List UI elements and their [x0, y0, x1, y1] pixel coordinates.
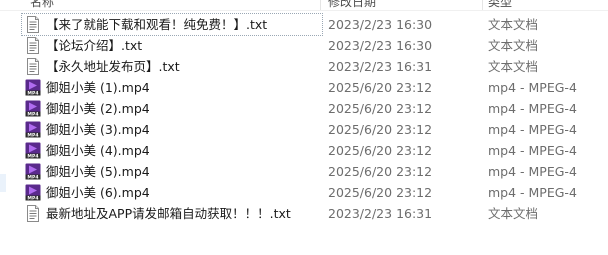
file-name: 最新地址及APP请发邮箱自动获取！！！.txt	[46, 206, 291, 221]
mp4-video-icon: MP4	[25, 100, 41, 118]
file-date: 2023/2/23 16:30	[328, 17, 433, 32]
file-date: 2025/6/20 23:12	[328, 164, 433, 179]
column-header-type[interactable]: 类型	[488, 0, 512, 10]
column-separator[interactable]	[482, 0, 483, 10]
file-type: mp4 - MPEG-4	[488, 185, 577, 200]
file-name: 【永久地址发布页】.txt	[46, 59, 180, 74]
file-row[interactable]: MP4 御姐小美 (1).mp4 2025/6/20 23:12 mp4 - MPEG…	[22, 77, 608, 98]
file-type: 文本文档	[488, 59, 539, 74]
mp4-video-icon: MP4	[25, 184, 41, 202]
file-type: mp4 - MPEG-4	[488, 101, 577, 116]
file-type: mp4 - MPEG-4	[488, 164, 577, 179]
file-name-cell[interactable]: MP4 御姐小美 (4).mp4	[22, 140, 322, 161]
file-type: 文本文档	[488, 38, 539, 53]
text-file-icon	[25, 58, 41, 75]
file-name: 御姐小美 (6).mp4	[46, 185, 150, 200]
file-date: 2025/6/20 23:12	[328, 80, 433, 95]
column-header: 名称 修改日期 类型	[0, 0, 608, 11]
file-row[interactable]: MP4 御姐小美 (3).mp4 2025/6/20 23:12 mp4 - MPEG…	[22, 119, 608, 140]
file-row[interactable]: 【论坛介绍】.txt 2023/2/23 16:30 文本文档	[22, 35, 608, 56]
file-type: 文本文档	[488, 206, 539, 221]
navigation-pane-edge	[0, 11, 8, 255]
column-header-name[interactable]: 名称	[30, 0, 54, 10]
file-date: 2023/2/23 16:31	[328, 59, 433, 74]
file-name: 御姐小美 (5).mp4	[46, 164, 150, 179]
file-name-cell[interactable]: 最新地址及APP请发邮箱自动获取！！！.txt	[22, 203, 322, 224]
file-date: 2025/6/20 23:12	[328, 143, 433, 158]
file-date: 2023/2/23 16:31	[328, 206, 433, 221]
file-name: 【论坛介绍】.txt	[46, 38, 143, 53]
file-date: 2023/2/23 16:30	[328, 38, 433, 53]
svg-text:MP4: MP4	[27, 91, 38, 96]
svg-text:MP4: MP4	[27, 154, 38, 159]
text-file-icon	[25, 16, 41, 33]
column-header-date[interactable]: 修改日期	[328, 0, 376, 10]
file-row[interactable]: MP4 御姐小美 (5).mp4 2025/6/20 23:12 mp4 - MPEG…	[22, 161, 608, 182]
text-file-icon	[25, 37, 41, 54]
file-name-cell[interactable]: MP4 御姐小美 (6).mp4	[22, 182, 322, 203]
mp4-video-icon: MP4	[25, 79, 41, 97]
mp4-video-icon: MP4	[25, 163, 41, 181]
file-date: 2025/6/20 23:12	[328, 185, 433, 200]
file-name: 御姐小美 (4).mp4	[46, 143, 150, 158]
mp4-video-icon: MP4	[25, 121, 41, 139]
file-name-cell[interactable]: 【永久地址发布页】.txt	[22, 56, 322, 77]
file-row[interactable]: MP4 御姐小美 (4).mp4 2025/6/20 23:12 mp4 - MPEG…	[22, 140, 608, 161]
file-row[interactable]: 【来了就能下载和观看！纯免费！】.txt 2023/2/23 16:30 文本文档	[21, 13, 608, 36]
file-row[interactable]: 【永久地址发布页】.txt 2023/2/23 16:31 文本文档	[22, 56, 608, 77]
file-date: 2025/6/20 23:12	[328, 101, 433, 116]
mp4-video-icon: MP4	[25, 142, 41, 160]
file-name: 【来了就能下载和观看！纯免费！】.txt	[46, 17, 268, 32]
svg-text:MP4: MP4	[27, 112, 38, 117]
file-type: mp4 - MPEG-4	[488, 143, 577, 158]
svg-text:MP4: MP4	[27, 175, 38, 180]
nav-pane-highlight	[0, 174, 6, 192]
file-date: 2025/6/20 23:12	[328, 122, 433, 137]
file-name: 御姐小美 (1).mp4	[46, 80, 150, 95]
file-name-cell[interactable]: MP4 御姐小美 (2).mp4	[22, 98, 322, 119]
file-row[interactable]: MP4 御姐小美 (6).mp4 2025/6/20 23:12 mp4 - MPEG…	[22, 182, 608, 203]
file-type: mp4 - MPEG-4	[488, 122, 577, 137]
svg-text:MP4: MP4	[27, 133, 38, 138]
file-type: mp4 - MPEG-4	[488, 80, 577, 95]
svg-text:MP4: MP4	[27, 196, 38, 201]
file-name-cell[interactable]: MP4 御姐小美 (5).mp4	[22, 161, 322, 182]
file-name-cell[interactable]: MP4 御姐小美 (3).mp4	[22, 119, 322, 140]
file-name: 御姐小美 (2).mp4	[46, 101, 150, 116]
file-name-cell[interactable]: 【论坛介绍】.txt	[22, 35, 322, 56]
file-type: 文本文档	[488, 17, 539, 32]
file-name: 御姐小美 (3).mp4	[46, 122, 150, 137]
file-row[interactable]: 最新地址及APP请发邮箱自动获取！！！.txt 2023/2/23 16:31 文本…	[22, 203, 608, 224]
file-name-cell[interactable]: 【来了就能下载和观看！纯免费！】.txt	[21, 13, 323, 36]
file-name-cell[interactable]: MP4 御姐小美 (1).mp4	[22, 77, 322, 98]
text-file-icon	[25, 205, 41, 222]
column-separator[interactable]	[320, 0, 321, 10]
file-row[interactable]: MP4 御姐小美 (2).mp4 2025/6/20 23:12 mp4 - MPEG…	[22, 98, 608, 119]
